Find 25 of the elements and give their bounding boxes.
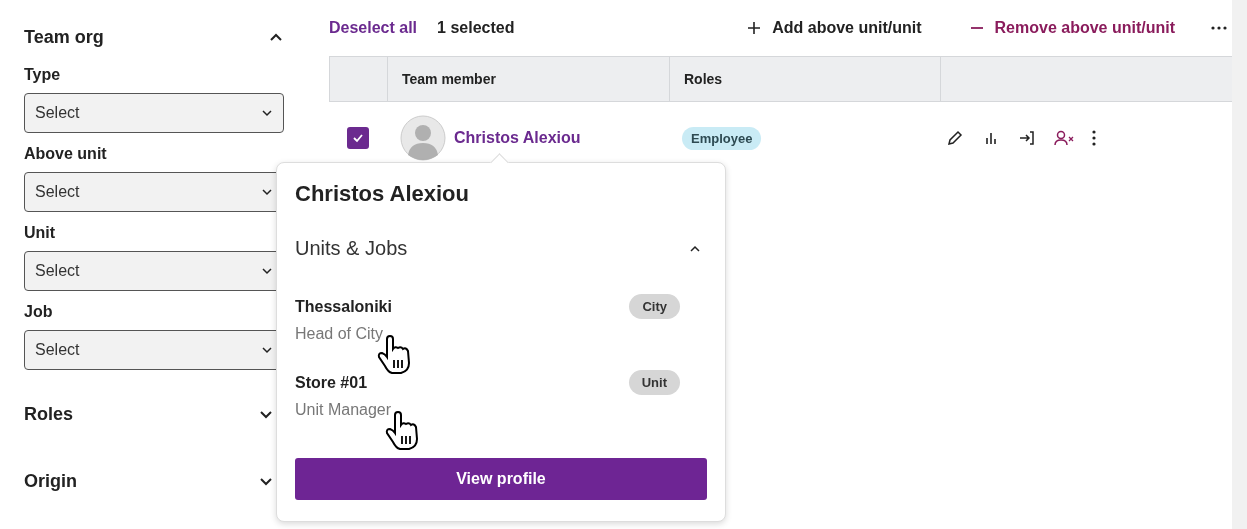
section-title: Origin [24,470,77,492]
filter-label: Type [24,66,62,84]
remove-button[interactable]: Remove above unit/unit [969,19,1175,37]
section-title: Team org [24,26,104,48]
job-title: Head of City [295,325,384,343]
section-title: Roles [24,403,74,425]
unit-name: Thessaloniki [295,297,392,316]
unit-type-tag: Unit [628,370,680,395]
selected-count: 1 selected [437,19,515,37]
view-profile-button[interactable]: View profile [295,458,707,500]
member-name-link[interactable]: Christos Alexiou [454,129,581,147]
filter-label: Above unit [24,145,108,163]
unit-type-tag: City [629,294,680,319]
unit-name: Store #01 [295,373,368,392]
popover-title: Christos Alexiou [295,181,469,207]
column-header: Roles [684,71,723,87]
filter-label: Job [24,303,54,321]
section-title: Units & Jobs [295,237,408,260]
column-header: Team member [402,71,496,87]
job-title: Unit Manager [295,401,392,419]
select-dropdown[interactable]: Select [24,93,284,133]
filter-label: Unit [24,224,57,242]
deselect-all-link[interactable]: Deselect all [329,19,418,37]
role-badge: Employee [682,126,762,150]
add-button[interactable]: Add above unit/unit [747,19,922,37]
